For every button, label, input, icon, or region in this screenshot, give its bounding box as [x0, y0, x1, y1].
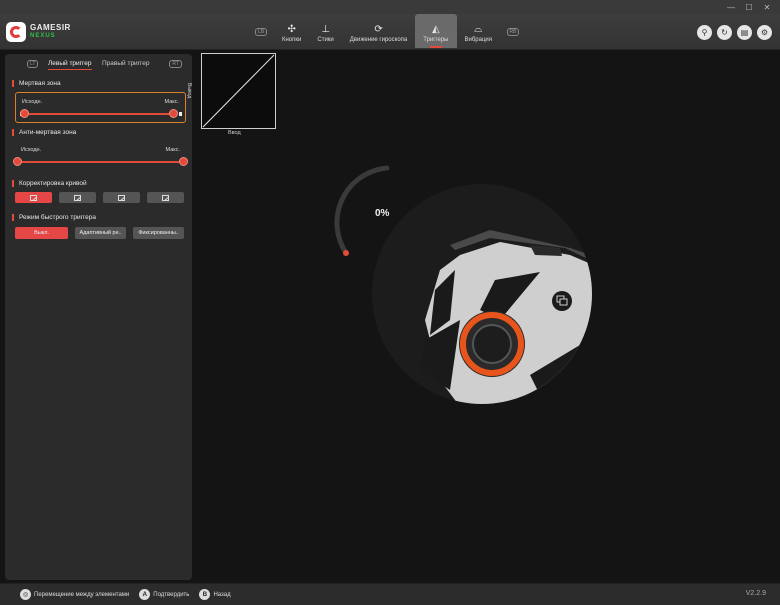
trigger-side-tabs: LT Левый триггер Правый триггер RT [5, 54, 192, 76]
aggressive-curve-icon [74, 194, 81, 201]
hint-confirm: A Подтвердить [139, 589, 189, 600]
antideadzone-max-label: Макс. [165, 147, 180, 153]
gamesir-logo-icon [6, 22, 26, 42]
curve-custom-button[interactable] [147, 192, 184, 203]
top-right-icons: ⚲ ↻ ▤ ⚙ [697, 25, 772, 40]
rb-bumper-hint: RB [500, 14, 526, 48]
tab-triggers[interactable]: ◭ Триггеры [415, 14, 457, 48]
antideadzone-track[interactable] [13, 157, 188, 166]
trigger-progress-dot [343, 250, 349, 256]
deadzone-min-handle[interactable] [20, 109, 29, 118]
tab-right-trigger[interactable]: Правый триггер [102, 60, 150, 67]
deadzone-min-label: Исходн. [22, 99, 43, 105]
hint-back: B Назад [199, 589, 231, 600]
maximize-button[interactable]: ☐ [740, 0, 758, 14]
bottom-hint-bar: ◎ Перемещение между элементами A Подтвер… [0, 583, 780, 605]
smooth-curve-icon [118, 194, 125, 201]
tab-left-trigger[interactable]: Левый триггер [48, 60, 92, 70]
minimize-button[interactable]: — [722, 0, 740, 14]
antideadzone-min-label: Исходн. [21, 147, 42, 153]
tab-label: Стики [317, 37, 334, 43]
curve-linear-button[interactable] [15, 192, 52, 203]
reset-icon[interactable]: ↻ [717, 25, 732, 40]
curve-smooth-button[interactable] [103, 192, 140, 203]
tab-label: Движение гироскопа [349, 37, 408, 43]
curve-aggressive-button[interactable] [59, 192, 96, 203]
left-stick-icon: ◎ [20, 589, 31, 600]
deadzone-max-label: Макс. [164, 99, 179, 105]
deadzone-title: Мертвая зона [12, 80, 192, 87]
quick-trigger-title: Режим быстрого триггера [12, 214, 192, 221]
tab-buttons[interactable]: ✣ Кнопки [274, 14, 309, 48]
top-bar: GAMESIR NEXUS LB ✣ Кнопки ⊥ Стики ⟳ Движ… [0, 14, 780, 50]
hint-back-label: Назад [213, 591, 231, 598]
a-button-icon: A [139, 589, 151, 600]
antideadzone-min-handle[interactable] [13, 157, 22, 166]
tab-label: Триггеры [423, 37, 449, 43]
version-label: V2.2.9 [745, 590, 766, 597]
profile-icon[interactable]: ▤ [737, 25, 752, 40]
antideadzone-slider[interactable]: Исходн. Макс. [13, 141, 188, 172]
hint-navigate-label: Перемещение между элементами [34, 591, 130, 598]
lt-icon: LT [27, 60, 39, 68]
tab-label: Кнопки [282, 37, 302, 43]
tab-label: Вибрация [464, 37, 493, 43]
gamepad-icon: ⌓ [474, 24, 483, 35]
quick-off-button[interactable]: Выкл. [15, 227, 69, 239]
dpad-icon: ✣ [287, 24, 296, 35]
stick-icon: ⊥ [321, 24, 330, 35]
trigger-visualization [330, 160, 610, 422]
tab-vibration[interactable]: ⌓ Вибрация [457, 14, 501, 48]
curve-buttons [15, 192, 184, 203]
gyro-icon: ⟳ [374, 24, 383, 35]
deadzone-track[interactable] [20, 109, 182, 118]
tab-sticks[interactable]: ⊥ Стики [309, 14, 341, 48]
close-button[interactable]: ✕ [758, 0, 776, 14]
hint-navigate: ◎ Перемещение между элементами [20, 589, 129, 600]
trigger-percent: 0% [375, 208, 390, 219]
response-curve [202, 54, 275, 128]
settings-icon[interactable]: ⚙ [757, 25, 772, 40]
lb-bumper-hint: LB [248, 14, 274, 48]
quick-trigger-buttons: Выкл. Адаптивный ре.. Фиксированны.. [15, 227, 184, 239]
tab-gyro[interactable]: ⟳ Движение гироскопа [342, 14, 415, 48]
title-bar: — ☐ ✕ [0, 0, 780, 14]
hint-confirm-label: Подтвердить [153, 591, 190, 598]
logo-subtitle: NEXUS [30, 33, 56, 39]
curve-title: Корректировка кривой [12, 180, 192, 187]
logo-title: GAMESIR [30, 23, 71, 32]
rt-icon: RT [169, 60, 182, 68]
rb-icon: RB [506, 28, 520, 36]
main-tabs: LB ✣ Кнопки ⊥ Стики ⟳ Движение гироскопа… [248, 14, 526, 50]
antideadzone-title: Анти-мертвая зона [12, 129, 192, 136]
trigger-icon: ◭ [432, 24, 440, 35]
b-button-icon: B [199, 589, 211, 600]
quick-adaptive-button[interactable]: Адаптивный ре.. [75, 227, 127, 239]
linear-curve-icon [30, 194, 37, 201]
trigger-settings-panel: LT Левый триггер Правый триггер RT Мертв… [5, 54, 192, 580]
graph-y-label: Вывод [186, 83, 192, 99]
custom-curve-icon [162, 194, 169, 201]
deadzone-max-handle[interactable] [169, 109, 178, 118]
controller-info-icon[interactable]: ⚲ [697, 25, 712, 40]
antideadzone-max-handle[interactable] [179, 157, 188, 166]
deadzone-end-tick [179, 112, 182, 116]
app-logo: GAMESIR NEXUS [6, 22, 71, 42]
response-curve-graph [201, 53, 276, 129]
quick-fixed-button[interactable]: Фиксированны.. [133, 227, 184, 239]
window-controls: — ☐ ✕ [722, 0, 776, 14]
lb-icon: LB [254, 28, 268, 36]
deadzone-slider[interactable]: Исходн. Макс. [15, 92, 186, 123]
graph-x-label: Ввод [228, 130, 241, 136]
